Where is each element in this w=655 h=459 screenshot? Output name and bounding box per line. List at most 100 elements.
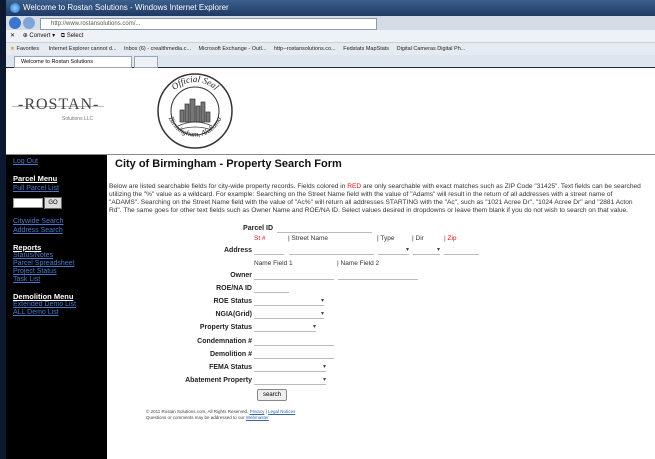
all-demo-list-link[interactable]: ALL Demo List [13,309,59,316]
sidebar: Log Out Parcel Menu Full Parcel List GO … [6,155,107,459]
select-icon: ⧉ [60,33,66,39]
privacy-link[interactable]: Privacy [250,409,265,414]
main-content: City of Birmingham - Property Search For… [107,155,655,459]
fema-status-label: FEMA Status [209,364,252,371]
intro-text-part: Below are listed searchable fields for c… [109,183,348,190]
full-parcel-list-link[interactable]: Full Parcel List [13,185,59,192]
favorite-link[interactable]: Internet Explorer cannot d... [49,46,117,52]
ngia-grid-select[interactable]: ▾ [254,310,324,319]
parcel-id-label: Parcel ID [243,225,273,232]
chevron-down-icon: ▾ [322,364,326,370]
roe-na-id-label: ROE/NA ID [216,285,252,292]
address-label: Address [223,247,252,254]
go-button[interactable]: GO [44,197,62,209]
fema-status-select[interactable]: ▾ [254,363,326,372]
chevron-down-icon: ▾ [320,298,324,304]
select-button[interactable]: Select [67,33,84,39]
intro-red-word: RED [347,183,362,190]
property-status-select[interactable]: ▾ [254,323,316,332]
window-title: Welcome to Rostan Solutions - Windows In… [23,3,229,12]
logout-link[interactable]: Log Out [13,158,38,165]
demolition-label: Demolition # [209,351,252,358]
type-select[interactable]: ▾ [378,246,409,255]
condemnation-label: Condemnation # [197,338,252,345]
new-tab-button[interactable] [134,56,158,68]
chevron-down-icon: ▾ [322,377,326,383]
demolition-menu-heading[interactable]: Demolition Menu [13,292,73,301]
favorites-bar: ★ Favorites Internet Explorer cannot d..… [6,42,655,56]
dir-select[interactable]: ▾ [413,246,440,255]
ngia-grid-label: NGIA(Grid) [215,311,252,318]
dir-col: | Dir [412,235,424,242]
reports-heading[interactable]: Reports [13,243,41,252]
convert-button[interactable]: Convert [29,33,50,39]
close-icon[interactable]: ✕ [10,33,15,39]
condemnation-input[interactable] [254,338,334,346]
ie-icon [10,3,20,13]
page-title: City of Birmingham - Property Search For… [115,158,342,170]
status-notes-link[interactable]: Status/Notes [13,252,53,259]
street-number-input[interactable] [254,247,284,255]
roe-status-select[interactable]: ▾ [254,297,324,306]
browser-window: Welcome to Rostan Solutions - Windows In… [6,0,655,459]
extended-demo-list-link[interactable]: Extended Demo List [13,301,76,308]
type-col: | Type [377,235,395,242]
zip-col: | Zip [444,235,457,242]
title-bar: Welcome to Rostan Solutions - Windows In… [6,0,655,16]
chevron-down-icon: ▾ [312,324,316,330]
browser-tab[interactable]: Welcome to Rostan Solutions [14,56,132,68]
parcel-id-input[interactable] [277,225,372,233]
roe-na-id-input[interactable] [254,285,289,293]
forward-icon[interactable] [23,17,35,29]
favorite-link[interactable]: Microsoft Exchange - Outl... [199,46,267,52]
legal-notices-link[interactable]: Legal Notices [268,409,295,414]
logo-subtext: Solutions LLC [62,116,94,122]
task-list-link[interactable]: Task List [13,276,40,283]
favorites-button[interactable]: Favorites [16,46,39,52]
webmaster-link[interactable]: Webmaster [246,415,269,420]
search-button[interactable]: search [257,389,287,401]
parcel-search-input[interactable] [13,198,43,208]
address-search-link[interactable]: Address Search [13,227,63,234]
birmingham-seal-icon: Official Seal Birmingham, Alabama [157,73,233,149]
zip-input[interactable] [444,247,479,255]
site-header: -ROSTAN- Solutions LLC Official Seal Bir… [6,68,655,155]
chevron-down-icon: ▾ [436,247,440,253]
logo-text: -ROSTAN- [18,96,100,113]
chevron-down-icon: ▾ [320,311,324,317]
roe-status-label: ROE Status [213,298,252,305]
rostan-logo[interactable]: -ROSTAN- Solutions LLC [12,94,104,126]
demolition-input[interactable] [254,351,334,359]
property-status-label: Property Status [199,324,252,331]
name-field-1-label: Name Field 1 [254,260,293,267]
favorite-link[interactable]: http--rostansolutions.co... [274,46,336,52]
citywide-search-link[interactable]: Citywide Search [13,218,64,225]
favorite-link[interactable]: Inbox (6) - crealthmedia.c... [124,46,191,52]
project-status-link[interactable]: Project Status [13,268,57,275]
web-page: -ROSTAN- Solutions LLC Official Seal Bir… [6,68,655,459]
favorite-link[interactable]: Fedstats MapStats [343,46,389,52]
footer: © 2011 Rostan Solutions.com, All Rights … [146,409,295,421]
favorites-star-icon: ★ [10,46,15,52]
chevron-down-icon[interactable]: ▾ [52,33,55,39]
parcel-menu-heading[interactable]: Parcel Menu [13,174,57,183]
convert-icon: ⊕ [22,33,28,39]
chevron-down-icon: ▾ [405,247,409,253]
street-name-col: | Street Name [288,235,328,242]
address-bar: http://www.rostansolutions.com/... [6,16,655,30]
intro-text: Below are listed searchable fields for c… [109,183,643,215]
favorite-link[interactable]: Digital Cameras Digital Ph... [397,46,466,52]
owner-label: Owner [230,272,252,279]
abatement-property-label: Abatement Property [185,377,252,384]
parcel-spreadsheet-link[interactable]: Parcel Spreadsheet [13,260,74,267]
st-number-col: St # [254,235,266,242]
owner-name-field-1[interactable] [254,272,334,280]
abatement-property-select[interactable]: ▾ [254,376,326,385]
copyright-text: © 2011 Rostan Solutions.com, All Rights … [146,409,249,414]
url-field[interactable]: http://www.rostansolutions.com/... [40,18,377,30]
back-icon[interactable] [9,17,21,29]
command-bar: ✕ ⊕ Convert ▾ ⧉ Select [6,30,655,42]
street-name-input[interactable] [289,247,374,255]
owner-name-field-2[interactable] [338,272,418,280]
contact-text: Questions or comments may be addressed t… [146,415,245,420]
